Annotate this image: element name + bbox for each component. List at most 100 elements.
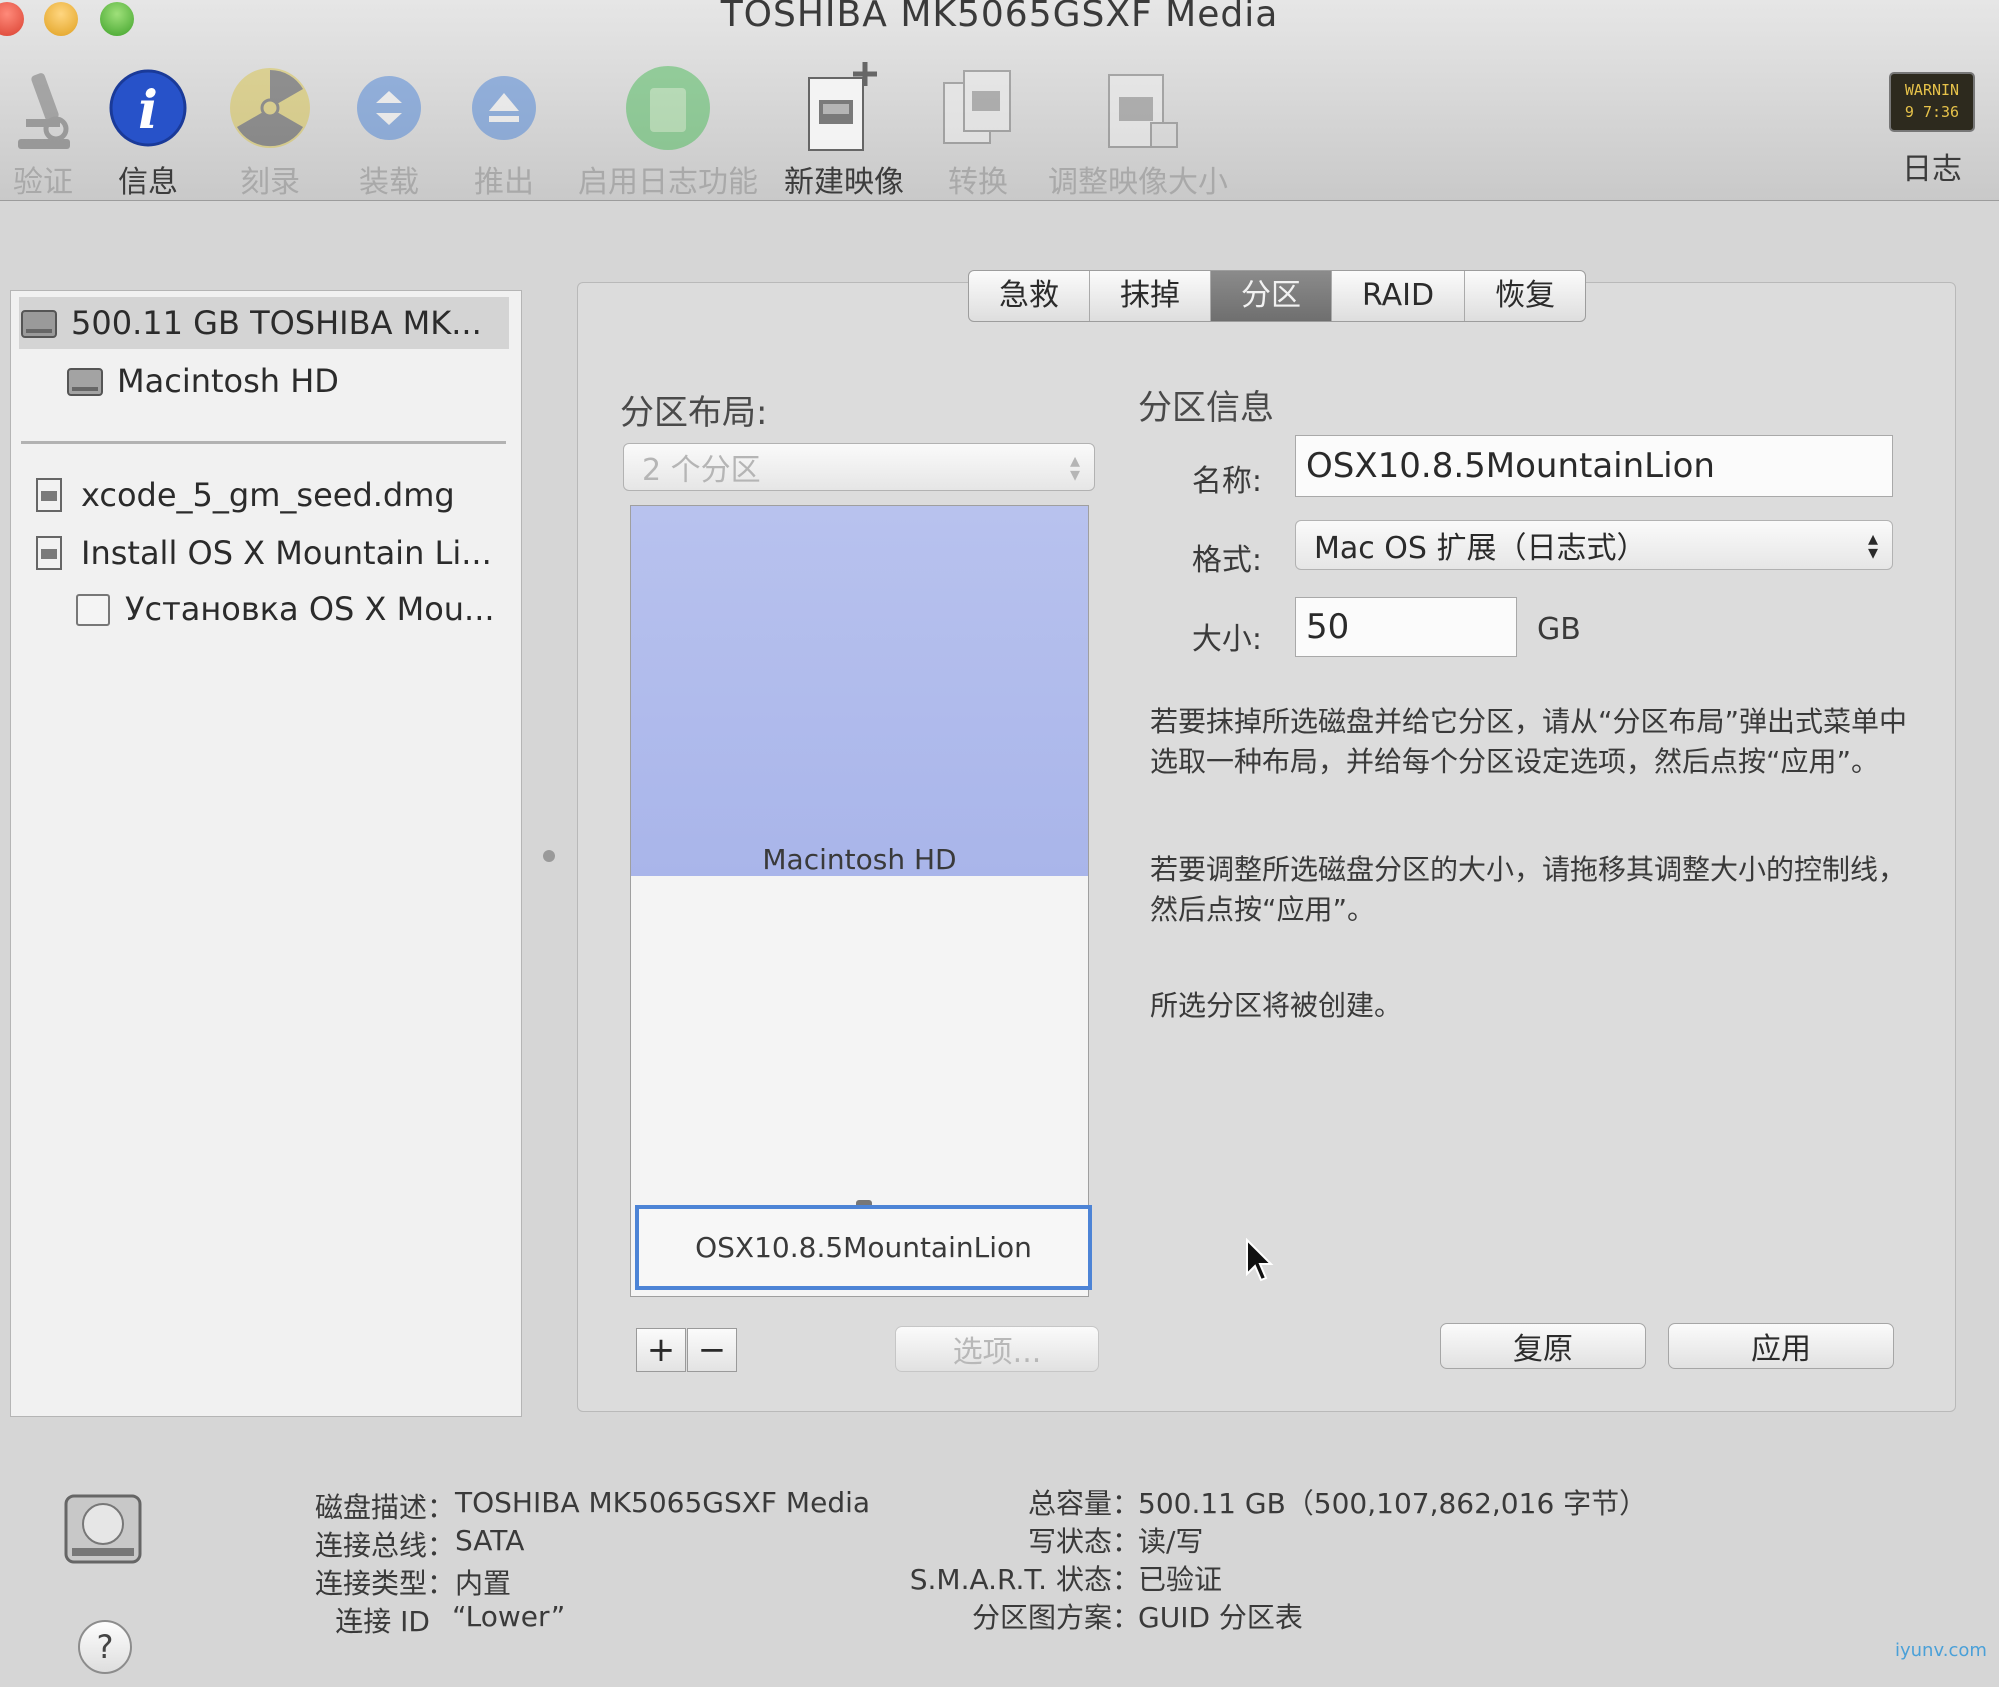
new-image-icon — [801, 60, 887, 155]
partition-map[interactable]: Macintosh HD — [630, 505, 1089, 1297]
mouse-cursor-icon — [1246, 1238, 1274, 1282]
sidebar-item-xcode-dmg[interactable]: xcode_5_gm_seed.dmg — [29, 469, 455, 521]
toolbar-verify-label: 验证 — [13, 165, 73, 200]
svg-text:9 7:36: 9 7:36 — [1905, 103, 1959, 121]
tab-raid[interactable]: RAID — [1332, 271, 1466, 321]
partition-segment-label: Macintosh HD — [762, 843, 957, 876]
mount-icon — [354, 60, 424, 155]
popup-arrows-icon: ▴ ▾ — [1867, 526, 1878, 564]
svg-text:WARNIN: WARNIN — [1905, 81, 1959, 99]
partition-segment-macintosh-hd[interactable]: Macintosh HD — [631, 506, 1088, 876]
sidebar-item-label: 500.11 GB TOSHIBA MK... — [71, 304, 482, 342]
window-title: TOSHIBA MK5065GSXF Media — [720, 0, 1279, 35]
toolbar-mount-button[interactable]: 装载 — [354, 60, 424, 201]
partition-name-field[interactable]: OSX10.8.5MountainLion — [1295, 435, 1893, 497]
toolbar-convert-button[interactable]: 转换 — [938, 60, 1018, 201]
partition-map-scheme-value: GUID 分区表 — [1138, 1601, 1303, 1634]
connection-bus-value: SATA — [455, 1524, 525, 1557]
connection-id-key: 连接 ID — [335, 1605, 430, 1638]
remove-partition-button[interactable]: − — [687, 1328, 737, 1372]
hard-disk-icon — [64, 1494, 142, 1564]
help-button[interactable]: ? — [78, 1620, 132, 1674]
toolbar-info-button[interactable]: i 信息 — [108, 60, 188, 201]
toolbar-convert-label: 转换 — [948, 165, 1008, 200]
toolbar-resize-image-button[interactable]: 调整映像大小 — [1048, 60, 1228, 201]
write-status-value: 读/写 — [1138, 1525, 1204, 1558]
sidebar-disk-list[interactable]: 500.11 GB TOSHIBA MK... Macintosh HD xco… — [10, 290, 522, 1417]
tab-restore[interactable]: 恢复 — [1465, 271, 1585, 321]
eject-icon — [469, 60, 539, 155]
sidebar-item-label: Macintosh HD — [117, 362, 339, 400]
toolbar-mount-label: 装载 — [359, 165, 419, 200]
smart-status-value: 已验证 — [1138, 1563, 1223, 1596]
toolbar-burn-label: 刻录 — [240, 165, 300, 200]
info-icon: i — [108, 60, 188, 155]
toolbar-burn-button[interactable]: 刻录 — [228, 60, 312, 201]
svg-text:i: i — [138, 80, 158, 141]
toolbar-verify-button[interactable]: 验证 — [8, 60, 78, 201]
popup-arrows-icon: ▴ ▾ — [1069, 448, 1080, 486]
tab-erase[interactable]: 抹掉 — [1090, 271, 1211, 321]
revert-button[interactable]: 复原 — [1440, 1323, 1646, 1369]
sidebar-item-install-volume[interactable]: Установка OS X Mou... — [73, 583, 495, 635]
connection-bus-key: 连接总线： — [314, 1529, 455, 1562]
tab-bar: 急救 抹掉 分区 RAID 恢复 — [968, 270, 1587, 322]
sidebar-item-label: Install OS X Mountain Li... — [81, 534, 492, 572]
partition-scheme-value: 2 个分区 — [642, 453, 761, 488]
convert-icon — [938, 60, 1018, 155]
toolbar-resize-image-label: 调整映像大小 — [1048, 165, 1228, 200]
apply-button[interactable]: 应用 — [1668, 1323, 1894, 1369]
tab-partition[interactable]: 分区 — [1211, 271, 1332, 321]
partition-layout-title: 分区布局: — [620, 393, 768, 433]
sidebar-item-toshiba-disk[interactable]: 500.11 GB TOSHIBA MK... — [19, 297, 509, 349]
toolbar-log-button[interactable]: WARNIN 9 7:36 日志 — [1888, 62, 1976, 188]
partition-size-field[interactable]: 50 — [1295, 597, 1517, 657]
sidebar-item-label: Установка OS X Mou... — [125, 590, 495, 628]
disk-image-icon — [36, 478, 62, 512]
partition-info-title: 分区信息 — [1138, 388, 1274, 428]
options-button[interactable]: 选项... — [895, 1326, 1099, 1372]
format-popup[interactable]: Mac OS 扩展（日志式） ▴ ▾ — [1295, 520, 1893, 570]
volume-icon — [76, 594, 110, 626]
sidebar-item-install-os-x[interactable]: Install OS X Mountain Li... — [29, 527, 492, 579]
write-status-key: 写状态： — [1027, 1525, 1140, 1558]
partition-segment-new[interactable]: OSX10.8.5MountainLion — [635, 1205, 1092, 1290]
toolbar-new-image-label: 新建映像 — [784, 165, 904, 200]
partition-segment-label: OSX10.8.5MountainLion — [695, 1231, 1032, 1264]
disk-description-key: 磁盘描述： — [314, 1491, 455, 1524]
partition-help-text-1: 若要抹掉所选磁盘并给它分区，请从“分区布局”弹出式菜单中选取一种布局，并给每个分… — [1150, 705, 1908, 778]
toolbar-journal-label: 启用日志功能 — [578, 165, 758, 200]
watermark-text: iyunv.com — [1895, 1640, 1987, 1661]
sidebar-item-label: xcode_5_gm_seed.dmg — [81, 476, 455, 514]
hard-disk-icon — [21, 310, 57, 338]
toolbar-log-label: 日志 — [1902, 152, 1962, 187]
volume-icon — [67, 368, 103, 396]
connection-id-value: “Lower” — [452, 1600, 566, 1633]
toolbar-journal-button[interactable]: 启用日志功能 — [578, 60, 758, 201]
partition-help-text-2: 若要调整所选磁盘分区的大小，请拖移其调整大小的控制线，然后点按“应用”。 — [1150, 853, 1907, 926]
format-value: Mac OS 扩展（日志式） — [1314, 531, 1647, 566]
microscope-icon — [8, 60, 78, 155]
partition-status-text: 所选分区将被创建。 — [1150, 989, 1403, 1022]
partition-map-scheme-key: 分区图方案： — [971, 1601, 1140, 1634]
journal-icon — [623, 60, 713, 155]
burn-icon — [228, 60, 312, 155]
size-label: 大小: — [1191, 622, 1262, 657]
toolbar-new-image-button[interactable]: 新建映像 — [784, 60, 904, 201]
sidebar-separator — [21, 441, 506, 444]
name-label: 名称: — [1191, 464, 1262, 499]
size-unit: GB — [1537, 612, 1581, 647]
log-icon: WARNIN 9 7:36 — [1888, 62, 1976, 142]
format-label: 格式: — [1191, 543, 1262, 578]
total-capacity-key: 总容量： — [1027, 1487, 1140, 1520]
split-view-handle[interactable] — [543, 850, 555, 862]
disk-image-icon — [36, 536, 62, 570]
tab-first-aid[interactable]: 急救 — [969, 271, 1090, 321]
add-partition-button[interactable]: + — [636, 1328, 686, 1372]
smart-status-key: S.M.A.R.T. 状态： — [909, 1563, 1140, 1596]
toolbar-eject-button[interactable]: 推出 — [469, 60, 539, 201]
partition-scheme-popup[interactable]: 2 个分区 ▴ ▾ — [623, 443, 1095, 491]
sidebar-item-macintosh-hd[interactable]: Macintosh HD — [65, 355, 339, 407]
disk-description-value: TOSHIBA MK5065GSXF Media — [455, 1486, 871, 1519]
toolbar-info-label: 信息 — [118, 165, 178, 200]
